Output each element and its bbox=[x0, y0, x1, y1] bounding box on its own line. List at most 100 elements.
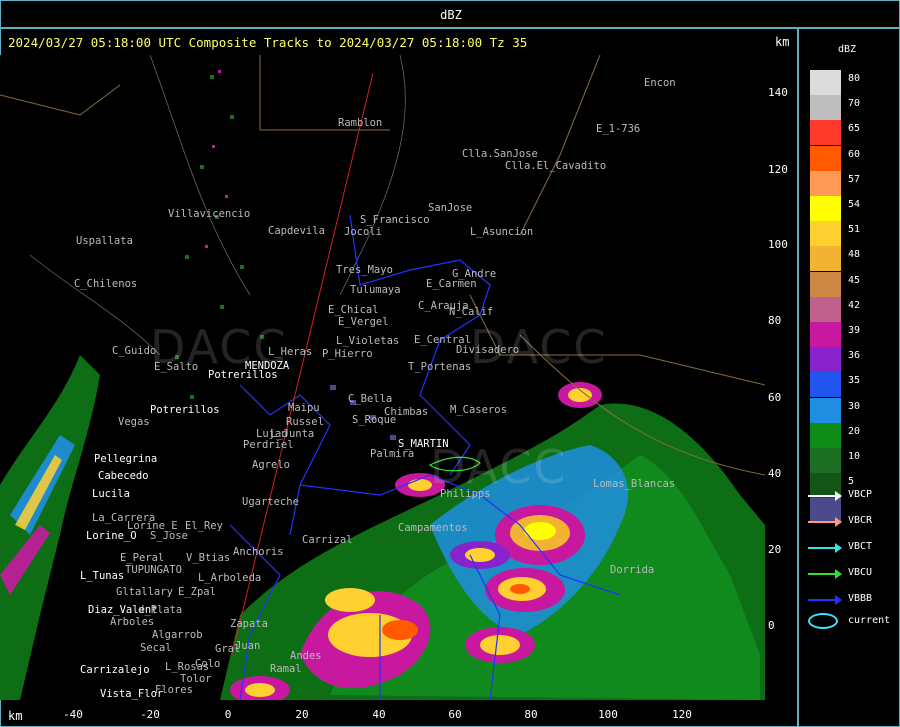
place-label: M_Caseros bbox=[450, 404, 507, 416]
legend-swatch bbox=[810, 448, 841, 473]
place-label: Andes bbox=[290, 650, 322, 662]
place-label: L_Arboleda bbox=[198, 572, 262, 584]
place-label: P_Hierro bbox=[322, 348, 373, 360]
current-label: current bbox=[848, 615, 891, 626]
arrow-icon bbox=[835, 517, 842, 527]
place-label: Uspallata bbox=[76, 235, 133, 247]
legend-level-label: 51 bbox=[848, 224, 861, 236]
legend-level-label: 54 bbox=[848, 199, 861, 210]
place-label: E_Salto bbox=[154, 361, 199, 373]
y-axis-unit: km bbox=[775, 35, 790, 49]
current-ellipse-icon bbox=[808, 613, 838, 629]
legend-swatch bbox=[810, 322, 841, 347]
place-label: Jocoli bbox=[344, 226, 382, 238]
legend-level-label: 39 bbox=[848, 325, 861, 336]
y-tick: 40 bbox=[768, 467, 782, 480]
place-label: Philipps bbox=[440, 488, 491, 500]
track-legend-item: VBCR bbox=[808, 515, 898, 529]
place-label: Perdriel bbox=[243, 439, 294, 451]
legend-level-label: 80 bbox=[848, 73, 861, 84]
place-label: L_Violetas bbox=[336, 335, 400, 347]
place-label: L_Asuncion bbox=[470, 226, 534, 238]
place-label: Clla.SanJose bbox=[462, 148, 538, 160]
place-label: S_Francisco bbox=[360, 214, 430, 226]
track-label: VBCR bbox=[848, 515, 873, 526]
place-label: Villavicencio bbox=[168, 208, 251, 220]
legend-level-label: 48 bbox=[848, 249, 861, 261]
place-label: Russel bbox=[286, 416, 324, 428]
track-label: VBCP bbox=[848, 489, 873, 500]
x-tick: 80 bbox=[524, 708, 538, 721]
y-tick: 60 bbox=[768, 391, 782, 404]
legend-title: dBZ bbox=[838, 44, 857, 55]
track-label: VBCT bbox=[848, 541, 873, 552]
radar-map[interactable]: DACC DACC DACC Ramblon Encon E_1-736 Clla.S… bbox=[0, 55, 765, 700]
legend-level-label: 5 bbox=[848, 476, 855, 488]
legend-level-label: 30 bbox=[848, 400, 861, 412]
place-label: C_Chilenos bbox=[74, 278, 138, 290]
place-label: S_MARTIN bbox=[398, 438, 449, 450]
legend-swatch bbox=[810, 196, 841, 221]
place-label: Carrizalejo bbox=[80, 664, 150, 676]
legend-swatch bbox=[810, 70, 841, 95]
arrow-icon bbox=[835, 543, 842, 553]
legend-swatch bbox=[810, 170, 841, 196]
place-label: Clla.El_Cavadito bbox=[505, 160, 607, 172]
place-label: Dorrida bbox=[610, 564, 655, 576]
legend-level-label: 60 bbox=[848, 148, 861, 160]
place-label: Gltallary bbox=[116, 586, 173, 598]
place-label: Maipu bbox=[288, 402, 320, 414]
place-label: Algarrob bbox=[152, 629, 203, 641]
legend-swatch bbox=[810, 397, 841, 423]
place-label: Zapata bbox=[230, 618, 268, 630]
y-tick: 20 bbox=[768, 543, 782, 556]
track-legend-item: VBCU bbox=[808, 567, 898, 581]
place-label: S_Roque bbox=[352, 414, 397, 426]
place-label: Ramblon bbox=[338, 117, 383, 129]
legend-swatch bbox=[810, 422, 841, 448]
x-tick: 20 bbox=[295, 708, 309, 721]
legend-swatch bbox=[810, 221, 841, 247]
place-label: Lomas_Blancas bbox=[593, 478, 676, 490]
place-label: Campamentos bbox=[398, 522, 468, 534]
legend-level-label: 70 bbox=[848, 98, 861, 110]
track-legend-item: VBBB bbox=[808, 593, 898, 607]
place-label: C_Guido bbox=[112, 345, 157, 357]
place-label: Tulumaya bbox=[350, 284, 401, 296]
place-label: E_Peral bbox=[120, 552, 165, 564]
legend-level-label: 42 bbox=[848, 299, 861, 311]
place-label: Ramal bbox=[270, 663, 302, 675]
arrow-icon bbox=[835, 491, 842, 501]
y-tick: 0 bbox=[768, 619, 775, 632]
legend-swatch bbox=[810, 347, 841, 373]
place-label: N_Calif bbox=[449, 306, 494, 318]
x-tick: -40 bbox=[63, 708, 83, 721]
x-axis-unit: km bbox=[8, 709, 23, 723]
x-tick: 0 bbox=[224, 708, 232, 721]
place-label: Vegas bbox=[118, 416, 150, 428]
x-tick: 100 bbox=[598, 708, 618, 721]
y-tick: 100 bbox=[768, 238, 788, 251]
legend-swatch bbox=[810, 372, 841, 398]
place-label: Flores bbox=[155, 684, 193, 696]
track-legend-item: VBCT bbox=[808, 541, 898, 555]
x-tick: 120 bbox=[672, 708, 692, 721]
legend-swatch bbox=[810, 271, 841, 297]
y-tick: 140 bbox=[768, 86, 788, 99]
place-label: V_Btias bbox=[186, 552, 231, 564]
track-legend-item: VBCP bbox=[808, 489, 898, 503]
x-tick: 60 bbox=[448, 708, 462, 721]
place-label: E_Zpal bbox=[178, 586, 216, 598]
place-label: Tres_Mayo bbox=[336, 264, 393, 276]
place-label: El_Rey bbox=[185, 520, 223, 532]
legend-level-label: 45 bbox=[848, 274, 861, 286]
legend-level-label: 10 bbox=[848, 451, 861, 462]
place-label: Lucila bbox=[92, 488, 130, 500]
legend-swatch bbox=[810, 246, 841, 272]
place-label: Pellegrina bbox=[94, 453, 158, 465]
y-tick: 120 bbox=[768, 163, 788, 176]
map-title: 2024/03/27 05:18:00 UTC Composite Tracks… bbox=[8, 35, 528, 50]
place-label: C_Bella bbox=[348, 393, 393, 405]
arrow-icon bbox=[835, 569, 842, 579]
place-label: E_Chical bbox=[328, 304, 379, 316]
